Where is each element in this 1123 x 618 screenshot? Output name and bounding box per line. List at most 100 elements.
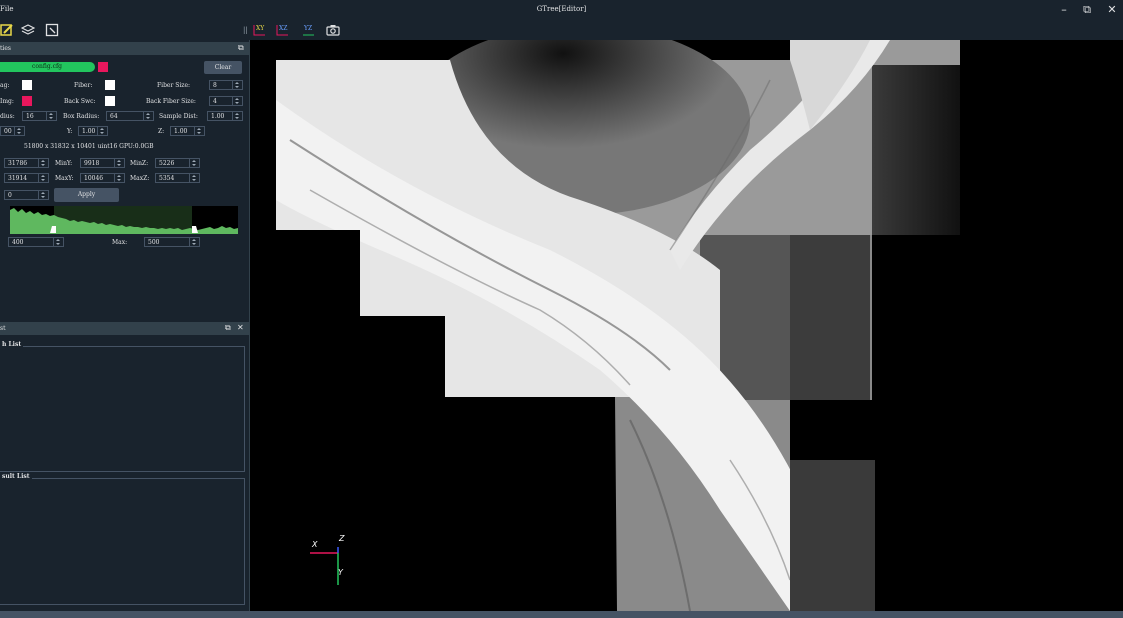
- max-intensity-spinbox[interactable]: 500: [144, 237, 200, 247]
- view-xy-button[interactable]: XY: [253, 24, 266, 36]
- fiber-color-swatch[interactable]: [105, 80, 115, 90]
- z-scale-spinbox[interactable]: 1.00: [170, 126, 205, 136]
- min-z-value: 5226: [159, 160, 175, 167]
- close-button[interactable]: ✕: [1101, 2, 1123, 18]
- sample-dist-spinbox[interactable]: 1.00: [207, 111, 243, 121]
- view-xz-button[interactable]: XZ: [276, 24, 289, 36]
- radius-value: 16: [26, 113, 34, 120]
- restore-button[interactable]: ⧉: [1076, 2, 1098, 18]
- max-y-label: MaxY:: [55, 175, 74, 182]
- min-y-label: MinY:: [55, 160, 73, 167]
- y-scale-spinbox[interactable]: 1.00: [78, 126, 108, 136]
- image-color-label: ag:: [0, 82, 10, 89]
- layers-icon[interactable]: [21, 23, 35, 37]
- spin-arrows-icon[interactable]: [194, 127, 204, 135]
- z-scale-label: Z:: [158, 128, 165, 135]
- view-xz-label: XZ: [279, 25, 288, 32]
- min-intensity-value: 400: [12, 239, 24, 246]
- spin-arrows-icon[interactable]: [38, 174, 48, 182]
- view-yz-button[interactable]: YZ: [302, 24, 315, 36]
- spin-arrows-icon[interactable]: [14, 127, 24, 135]
- min-y-value: 9918: [84, 160, 100, 167]
- camera-icon[interactable]: [326, 23, 340, 37]
- spin-arrows-icon[interactable]: [53, 238, 63, 246]
- max-intensity-label: Max:: [112, 239, 128, 246]
- z-scale-value: 1.00: [174, 128, 188, 135]
- image-color-swatch[interactable]: [22, 80, 32, 90]
- min-x-spinbox[interactable]: 31786: [4, 158, 49, 168]
- properties-dock-header: ties ⧉: [0, 42, 249, 55]
- spin-arrows-icon[interactable]: [189, 238, 199, 246]
- back-image-color-swatch[interactable]: [22, 96, 32, 106]
- list-dock-header: st ⧉ ✕: [0, 322, 249, 335]
- histogram[interactable]: [10, 206, 238, 234]
- list-dock-close-icon[interactable]: ✕: [237, 323, 244, 332]
- max-y-spinbox[interactable]: 10046: [80, 173, 125, 183]
- edit-icon[interactable]: [0, 23, 14, 37]
- min-y-spinbox[interactable]: 9918: [80, 158, 125, 168]
- status-bar: [0, 611, 1123, 618]
- config-color-swatch[interactable]: [98, 62, 108, 72]
- spin-arrows-icon[interactable]: [46, 112, 56, 120]
- spin-arrows-icon[interactable]: [114, 174, 124, 182]
- back-image-color-label: Img:: [0, 98, 14, 105]
- config-file-field[interactable]: config.cfg: [0, 62, 95, 72]
- axis-y-label: Y: [338, 568, 343, 577]
- x-scale-spinbox[interactable]: 00: [0, 126, 25, 136]
- fiber-size-spinbox[interactable]: 8: [209, 80, 243, 90]
- spin-arrows-icon[interactable]: [38, 159, 48, 167]
- back-fiber-size-value: 4: [213, 98, 217, 105]
- y-scale-value: 1.00: [82, 128, 96, 135]
- left-panel: ties ⧉ config.cfg Clear ag: Fiber: Fiber…: [0, 40, 250, 612]
- spin-arrows-icon[interactable]: [114, 159, 124, 167]
- max-z-spinbox[interactable]: 5354: [155, 173, 200, 183]
- config-file-name: config.cfg: [32, 63, 63, 70]
- spin-arrows-icon[interactable]: [143, 112, 153, 120]
- volume-info: 51800 x 31832 x 10401 uint16 GPU:0.0GB: [24, 143, 154, 150]
- result-list-title: sult List: [0, 473, 32, 480]
- spin-arrows-icon[interactable]: [232, 97, 242, 105]
- y-scale-label: Y:: [67, 128, 73, 135]
- result-list-group[interactable]: [0, 478, 245, 605]
- toolbar: || XY XZ YZ: [0, 20, 1123, 40]
- title-bar: File GTree[Editor] – ⧉ ✕: [0, 0, 1123, 21]
- min-z-spinbox[interactable]: 5226: [155, 158, 200, 168]
- fiber-size-label: Fiber Size:: [157, 82, 191, 89]
- radius-label: dius:: [0, 113, 15, 120]
- spin-arrows-icon[interactable]: [189, 174, 199, 182]
- select-region-icon[interactable]: [45, 23, 59, 37]
- minimize-button[interactable]: –: [1053, 2, 1075, 18]
- back-swc-label: Back Swc:: [64, 98, 96, 105]
- toolbar-separator: ||: [243, 26, 248, 34]
- max-x-spinbox[interactable]: 31914: [4, 173, 49, 183]
- min-z-label: MinZ:: [130, 160, 149, 167]
- volume-view[interactable]: X Z Y: [250, 40, 1123, 611]
- properties-dock-title: ties: [0, 45, 11, 52]
- branch-list-group[interactable]: [0, 346, 245, 472]
- list-dock-float-icon[interactable]: ⧉: [225, 323, 231, 333]
- max-intensity-value: 500: [148, 239, 160, 246]
- min-intensity-spinbox[interactable]: 400: [8, 237, 64, 247]
- level-spinbox[interactable]: 0: [4, 190, 49, 200]
- spin-arrows-icon[interactable]: [97, 127, 107, 135]
- view-yz-label: YZ: [304, 25, 313, 32]
- spin-arrows-icon[interactable]: [232, 81, 242, 89]
- apply-button[interactable]: Apply: [54, 188, 119, 202]
- spin-arrows-icon[interactable]: [189, 159, 199, 167]
- back-swc-color-swatch[interactable]: [105, 96, 115, 106]
- axis-z-label: Z: [339, 534, 345, 543]
- fiber-size-value: 8: [213, 82, 217, 89]
- back-fiber-size-spinbox[interactable]: 4: [209, 96, 243, 106]
- spin-arrows-icon[interactable]: [232, 112, 242, 120]
- list-dock-title: st: [0, 325, 6, 332]
- spin-arrows-icon[interactable]: [38, 191, 48, 199]
- sample-dist-label: Sample Dist:: [159, 113, 198, 120]
- back-fiber-size-label: Back Fiber Size:: [146, 98, 196, 105]
- dock-float-icon[interactable]: ⧉: [238, 43, 244, 53]
- max-y-value: 10046: [84, 175, 104, 182]
- clear-button[interactable]: Clear: [204, 61, 242, 74]
- box-radius-spinbox[interactable]: 64: [106, 111, 154, 121]
- fiber-color-label: Fiber:: [74, 82, 93, 89]
- box-radius-value: 64: [110, 113, 118, 120]
- radius-spinbox[interactable]: 16: [22, 111, 57, 121]
